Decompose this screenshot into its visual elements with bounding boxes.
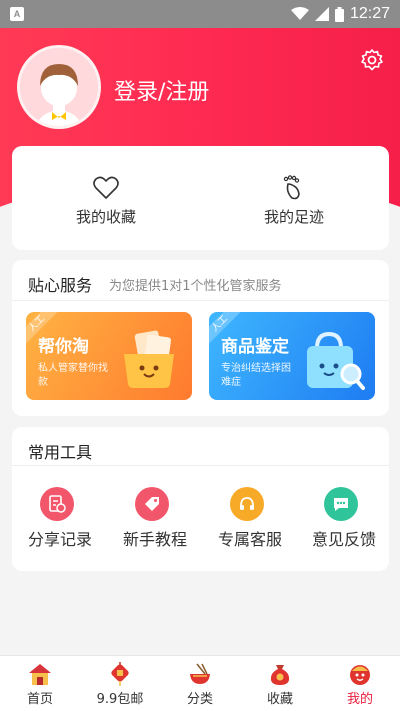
nav-label-free-shipping: 9.9包邮 — [96, 692, 144, 707]
divider — [12, 300, 389, 301]
feedback-button[interactable]: 意见反馈 — [312, 487, 382, 551]
product-appraisal-title: 商品鉴定 — [221, 337, 289, 357]
nav-item-favorites[interactable]: 收藏 — [240, 656, 320, 711]
customer-service-button[interactable]: 专属客服 — [218, 487, 288, 551]
clock: 12:27 — [349, 5, 390, 22]
headset-icon — [230, 487, 264, 521]
bowl-icon — [190, 663, 210, 684]
status-bar: A 12:27 — [0, 0, 400, 28]
service-title: 贴心服务 — [28, 276, 93, 295]
beginner-tutorial-button[interactable]: 新手教程 — [123, 487, 193, 551]
nav-label-category: 分类 — [186, 692, 213, 707]
signal-icon — [314, 7, 329, 21]
profile-icon — [350, 665, 370, 685]
battery-icon — [334, 6, 344, 22]
nav-item-mine[interactable]: 我的 — [320, 656, 400, 711]
default-avatar-icon — [35, 64, 83, 126]
nav-label-home: 首页 — [26, 692, 53, 707]
gear-icon[interactable] — [360, 48, 384, 72]
divider — [12, 465, 389, 466]
tools-card: 常用工具 分享记录 新手教程 专属客服 意见反馈 — [12, 427, 389, 571]
my-favorites-label: 我的收藏 — [76, 208, 137, 226]
customer-service-label: 专属客服 — [218, 530, 283, 549]
share-record-icon — [40, 487, 74, 521]
heart-icon — [93, 176, 119, 199]
my-footprints-label: 我的足迹 — [264, 208, 325, 226]
bag-icon — [270, 665, 290, 685]
beginner-tutorial-label: 新手教程 — [123, 530, 188, 549]
share-record-label: 分享记录 — [28, 530, 93, 549]
nav-label-favorites: 收藏 — [266, 692, 293, 707]
nav-item-9-9-free-shipping[interactable]: 9.9包邮 — [80, 656, 160, 711]
footprint-icon — [283, 175, 300, 200]
chat-icon — [324, 487, 358, 521]
help-shop-title: 帮你淘 — [38, 337, 89, 357]
help-shop-card[interactable]: 人工 帮你淘 私人管家替你找款 — [26, 312, 192, 400]
avatar[interactable] — [17, 45, 101, 129]
shopping-bag-magnifier-icon — [307, 331, 365, 390]
lantern-icon — [111, 662, 129, 686]
tag-icon — [135, 487, 169, 521]
login-register-link[interactable]: 登录/注册 — [114, 74, 209, 106]
nav-label-mine: 我的 — [346, 692, 373, 707]
my-footprints-button[interactable]: 我的足迹 — [264, 174, 334, 228]
home-icon — [29, 664, 51, 685]
product-appraisal-card[interactable]: 人工 商品鉴定 专治纠结选择困难症 — [209, 312, 375, 400]
service-subtitle: 为您提供1对1个性化管家服务 — [109, 279, 282, 294]
bottom-nav: 首页 9.9包邮 分类 收藏 我的 — [0, 655, 400, 711]
basket-icon — [124, 330, 174, 388]
nav-item-category[interactable]: 分类 — [160, 656, 240, 711]
wifi-icon — [290, 7, 309, 20]
favorites-card: 我的收藏 我的足迹 — [12, 146, 389, 250]
my-favorites-button[interactable]: 我的收藏 — [76, 174, 146, 228]
share-record-button[interactable]: 分享记录 — [28, 487, 98, 551]
app-notification-icon: A — [10, 7, 24, 21]
feedback-label: 意见反馈 — [312, 530, 377, 549]
nav-item-home[interactable]: 首页 — [0, 656, 80, 711]
help-shop-desc: 私人管家替你找款 — [38, 363, 108, 388]
product-appraisal-desc: 专治纠结选择困难症 — [221, 363, 291, 388]
service-card: 贴心服务 为您提供1对1个性化管家服务 人工 帮你淘 私人管家替你找款 人工 商… — [12, 260, 389, 416]
tools-title: 常用工具 — [28, 443, 93, 462]
